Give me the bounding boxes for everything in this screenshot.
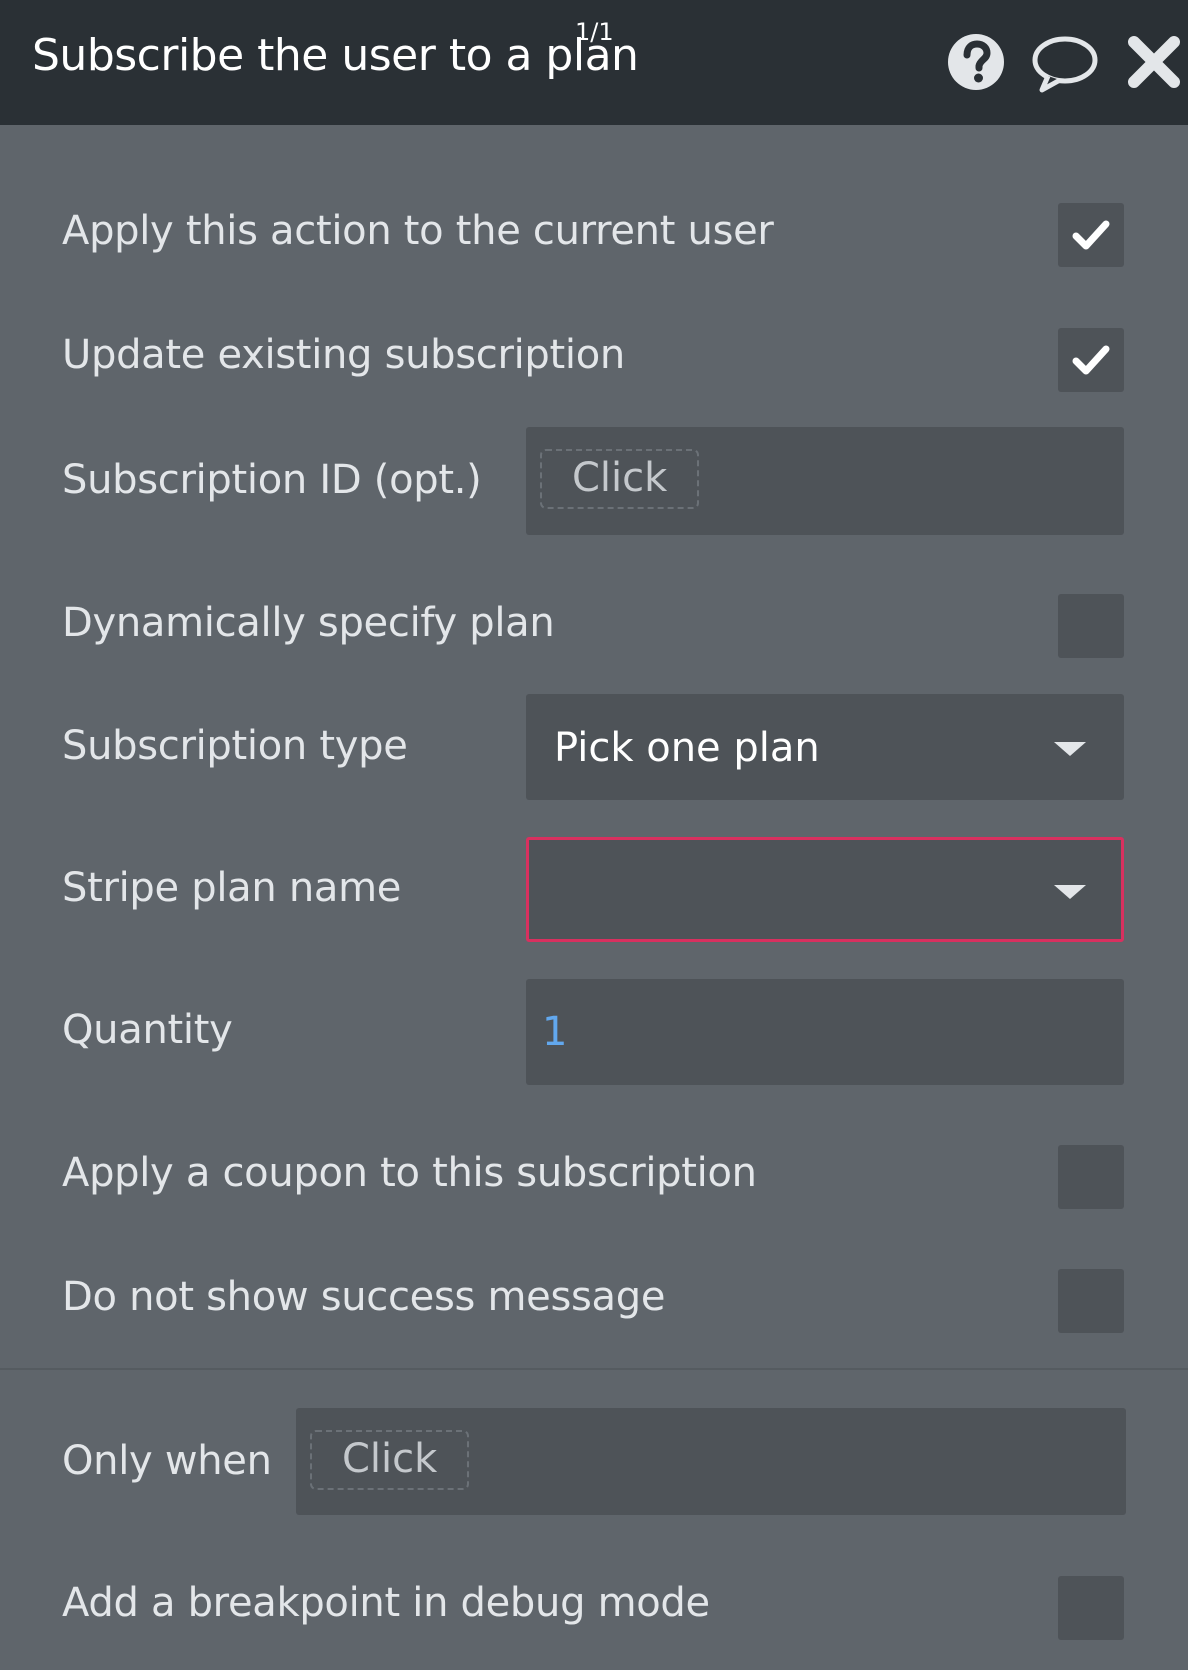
stripe-plan-dropdown[interactable] [526,837,1124,942]
chevron-down-icon [1054,742,1086,756]
chevron-down-icon [1054,885,1086,899]
only-when-label: Only when [62,1438,272,1484]
apply-current-user-label: Apply this action to the current user [62,208,774,254]
breakpoint-checkbox[interactable] [1058,1576,1124,1640]
section-divider [0,1368,1188,1370]
only-when-click-placeholder[interactable]: Click [310,1430,470,1490]
comment-icon[interactable] [1030,30,1100,94]
quantity-value: 1 [542,1009,568,1055]
checkmark-icon [1072,220,1110,250]
no-success-message-label: Do not show success message [62,1274,666,1320]
update-existing-label: Update existing subscription [62,332,625,378]
breakpoint-label: Add a breakpoint in debug mode [62,1580,710,1626]
apply-coupon-checkbox[interactable] [1058,1145,1124,1209]
no-success-message-checkbox[interactable] [1058,1269,1124,1333]
dynamic-plan-label: Dynamically specify plan [62,600,555,646]
checkmark-icon [1072,345,1110,375]
action-counter: 1/1 [575,18,614,46]
apply-current-user-checkbox[interactable] [1058,203,1124,267]
stripe-plan-label: Stripe plan name [62,865,402,911]
update-existing-checkbox[interactable] [1058,328,1124,392]
apply-coupon-label: Apply a coupon to this subscription [62,1150,757,1196]
subscription-id-field[interactable]: Click [526,427,1124,535]
only-when-field[interactable]: Click [296,1408,1126,1515]
subscription-id-label: Subscription ID (opt.) [62,457,482,503]
quantity-field[interactable]: 1 [526,979,1124,1085]
subscription-type-label: Subscription type [62,723,408,769]
panel-title: Subscribe the user to a plan [32,30,639,81]
subscription-type-value: Pick one plan [554,725,820,771]
dynamic-plan-checkbox[interactable] [1058,594,1124,658]
action-editor-panel: Subscribe the user to a plan 1/1 Apply t… [0,0,1188,1670]
close-icon[interactable] [1126,30,1182,94]
subscription-id-click-placeholder[interactable]: Click [540,449,700,509]
panel-header: Subscribe the user to a plan 1/1 [0,0,1188,125]
subscription-type-dropdown[interactable]: Pick one plan [526,694,1124,800]
help-icon[interactable] [944,30,1008,94]
quantity-label: Quantity [62,1007,233,1053]
